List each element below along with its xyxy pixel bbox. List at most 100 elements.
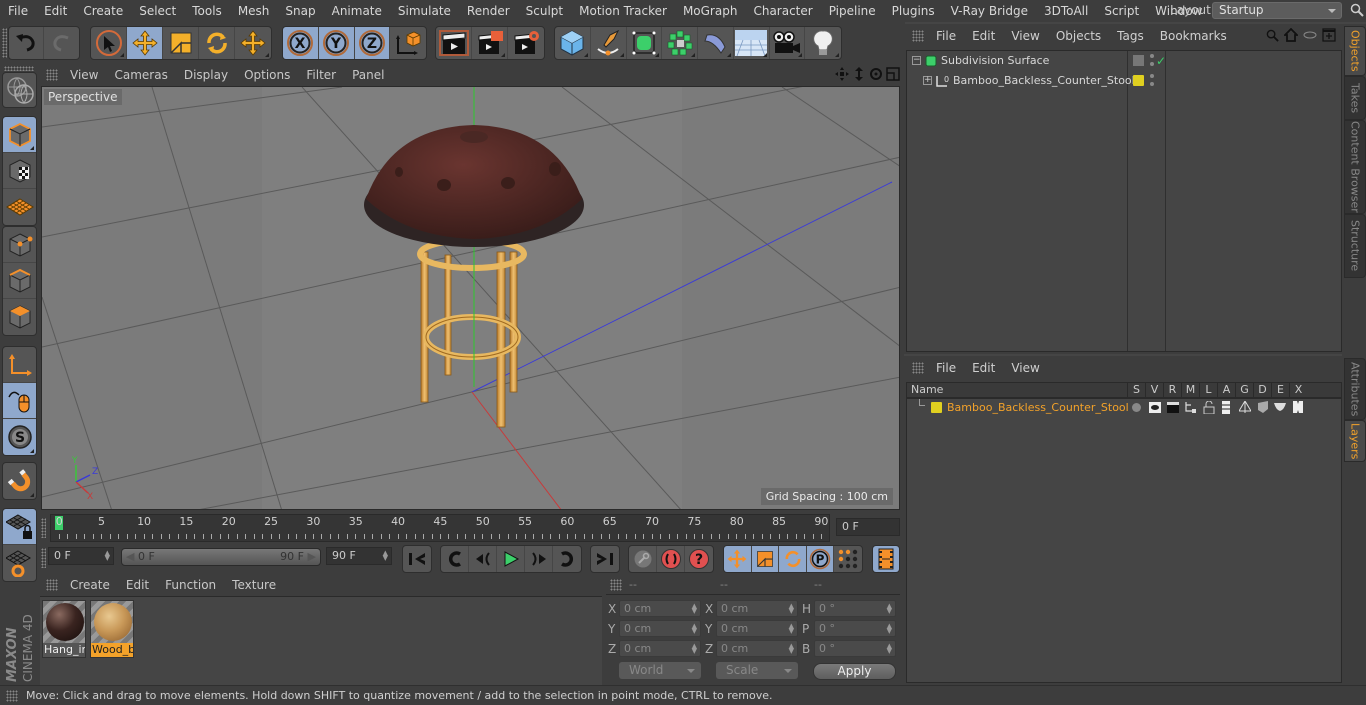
move-tool-button[interactable]	[127, 27, 163, 59]
menu-select[interactable]: Select	[131, 4, 184, 18]
axis-mode-button[interactable]	[3, 347, 36, 383]
key-pla-button[interactable]	[834, 546, 862, 572]
layer-name[interactable]: Bamboo_Backless_Counter_Stool	[947, 401, 1129, 414]
material-menu-create[interactable]: Create	[62, 578, 118, 592]
tab-attributes[interactable]: Attributes	[1344, 358, 1366, 420]
viewport-menu-panel[interactable]: Panel	[344, 68, 392, 82]
menu-edit[interactable]: Edit	[36, 4, 75, 18]
column-manager[interactable]: M	[1181, 383, 1199, 397]
material-grip[interactable]	[46, 579, 58, 591]
left-toolbar-grip[interactable]	[4, 66, 34, 71]
end-frame-field[interactable]: 90 F ▲ ▼	[326, 547, 392, 565]
layer-expressions-icon[interactable]	[1274, 403, 1286, 411]
previous-frame-button[interactable]	[469, 546, 497, 572]
search-icon[interactable]	[1266, 29, 1279, 42]
key-parameter-button[interactable]: P	[806, 546, 835, 572]
key-position-button[interactable]	[724, 546, 752, 572]
previous-key-button[interactable]	[441, 546, 469, 572]
edges-mode-button[interactable]	[3, 263, 36, 299]
floor-button[interactable]	[734, 27, 770, 59]
orbit-icon[interactable]	[869, 67, 883, 81]
camera-button[interactable]	[770, 27, 806, 59]
current-frame-field[interactable]: 0 F	[836, 518, 900, 536]
size-z-field[interactable]: 0 cm ▲ ▼	[716, 640, 798, 657]
cube-button[interactable]	[555, 27, 591, 59]
render-view-button[interactable]	[436, 27, 472, 59]
layer-solo-toggle[interactable]	[1132, 403, 1141, 412]
coordinate-space-dropdown[interactable]: World	[619, 662, 701, 679]
layer-deformers-icon[interactable]	[1257, 401, 1269, 414]
viewport-menu-display[interactable]: Display	[176, 68, 236, 82]
z-axis-lock-button[interactable]: Z	[354, 27, 391, 59]
view-toggle-icon[interactable]	[1303, 30, 1317, 40]
transport-grip[interactable]	[41, 548, 46, 568]
coordinate-system-button[interactable]	[390, 27, 426, 59]
layers-menu-view[interactable]: View	[1003, 361, 1047, 375]
objects-menu-bookmarks[interactable]: Bookmarks	[1152, 29, 1235, 43]
live-selection-button[interactable]	[91, 27, 127, 59]
tab-layers[interactable]: Layers	[1344, 420, 1366, 462]
object-row[interactable]: + 0 Bamboo_Backless_Counter_Stool	[907, 71, 1154, 91]
menu-render[interactable]: Render	[459, 4, 518, 18]
redo-button[interactable]	[44, 27, 79, 59]
layer-render-icon[interactable]	[1167, 402, 1179, 413]
next-key-button[interactable]	[553, 546, 581, 572]
move-recent-button[interactable]	[235, 27, 271, 59]
tweak-mode-button[interactable]	[3, 383, 36, 419]
render-picture-viewer-button[interactable]	[472, 27, 508, 59]
viewport-menu-filter[interactable]: Filter	[298, 68, 344, 82]
material-menu-function[interactable]: Function	[157, 578, 224, 592]
column-deformers[interactable]: D	[1253, 383, 1271, 397]
record-keyframe-button[interactable]	[657, 546, 685, 572]
deformer-button[interactable]	[698, 27, 734, 59]
column-solo[interactable]: S	[1127, 383, 1145, 397]
menu-mesh[interactable]: Mesh	[230, 4, 278, 18]
pan-icon[interactable]	[835, 67, 849, 81]
column-generators[interactable]: G	[1235, 383, 1253, 397]
collapse-toggle[interactable]: −	[912, 56, 921, 65]
x-axis-lock-button[interactable]: X	[283, 27, 319, 59]
menu-sculpt[interactable]: Sculpt	[518, 4, 571, 18]
expand-toggle[interactable]: +	[923, 76, 932, 85]
editor-visibility-toggle[interactable]	[1133, 55, 1144, 66]
viewport-menu-options[interactable]: Options	[236, 68, 298, 82]
layers-menu-file[interactable]: File	[928, 361, 964, 375]
editor-visibility-dot[interactable]	[1150, 82, 1154, 86]
home-icon[interactable]	[1284, 28, 1298, 42]
layer-xrefs-icon[interactable]	[1293, 401, 1303, 413]
timeline-ruler[interactable]: 0 5 10 15 20 25 30 35 40 45 50 55 60 65 70 75 80 85 90	[50, 514, 830, 542]
objects-menu-view[interactable]: View	[1003, 29, 1047, 43]
3d-viewport[interactable]: Y Z X Perspective Grid Spacing : 100 cm	[41, 86, 900, 510]
object-row[interactable]: − Subdivision Surface ✓	[907, 51, 1166, 71]
search-icon[interactable]	[1350, 3, 1364, 17]
object-manager-grip[interactable]	[912, 30, 924, 42]
layer-animation-icon[interactable]	[1222, 401, 1230, 414]
column-expressions[interactable]: E	[1271, 383, 1289, 397]
object-name[interactable]: Subdivision Surface	[941, 51, 1049, 71]
make-editable-button[interactable]	[3, 73, 36, 107]
render-visibility-dot[interactable]	[1150, 74, 1154, 78]
range-left-handle[interactable]: ◀	[126, 549, 134, 565]
menu-simulate[interactable]: Simulate	[390, 4, 459, 18]
material-menu-edit[interactable]: Edit	[118, 578, 157, 592]
objects-menu-objects[interactable]: Objects	[1048, 29, 1109, 43]
rotation-h-field[interactable]: 0 ° ▲ ▼	[814, 600, 896, 617]
menu-file[interactable]: File	[0, 4, 36, 18]
menu-vray-bridge[interactable]: V-Ray Bridge	[943, 4, 1036, 18]
menu-create[interactable]: Create	[75, 4, 131, 18]
texture-mode-button[interactable]	[3, 153, 36, 189]
layer-color-swatch[interactable]	[931, 402, 942, 413]
motion-path-button[interactable]	[629, 546, 657, 572]
snap-button[interactable]	[3, 463, 36, 499]
menu-pipeline[interactable]: Pipeline	[821, 4, 884, 18]
menu-3dtoall[interactable]: 3DToAll	[1036, 4, 1096, 18]
size-mode-dropdown[interactable]: Scale	[716, 662, 798, 679]
position-x-field[interactable]: 0 cm ▲ ▼	[619, 600, 701, 617]
menu-motion-tracker[interactable]: Motion Tracker	[571, 4, 675, 18]
layer-generators-icon[interactable]	[1239, 401, 1251, 414]
menu-tools[interactable]: Tools	[184, 4, 230, 18]
apply-button[interactable]: Apply	[813, 663, 896, 680]
toggle-layout-icon[interactable]	[886, 67, 900, 81]
solo-button[interactable]: S	[3, 419, 36, 455]
objects-menu-file[interactable]: File	[928, 29, 964, 43]
